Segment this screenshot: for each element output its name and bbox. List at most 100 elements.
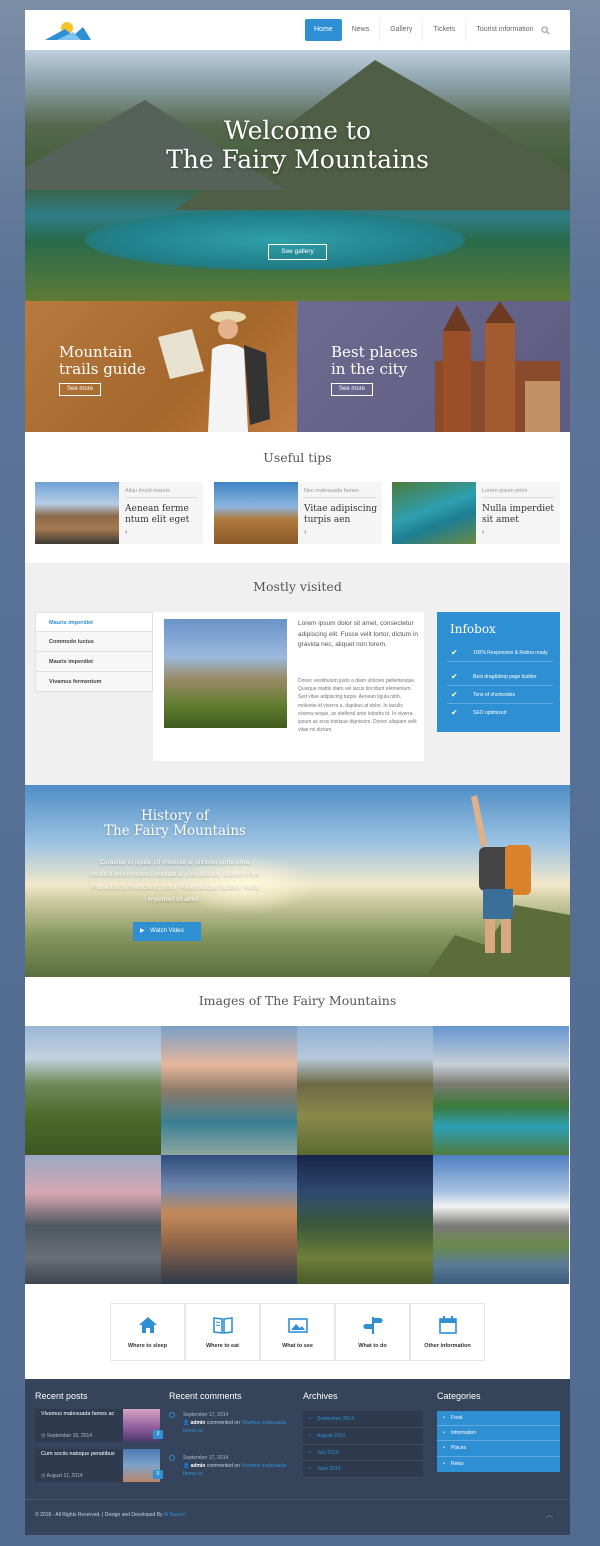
tab-commodo-luctus[interactable]: Commodo luctus bbox=[35, 632, 153, 652]
category-link[interactable]: Information bbox=[437, 1426, 560, 1442]
comment-author: admin bbox=[190, 1463, 206, 1469]
infobox-item: ✔ Tons of shortcodes bbox=[447, 691, 553, 704]
post-title[interactable]: Cum sociis natoque penatibus bbox=[41, 1451, 119, 1458]
recent-comment: September 17, 2014 👤 admin commented on … bbox=[183, 1411, 301, 1435]
infobox-item-label: Best drag&drop page builder bbox=[473, 674, 537, 680]
gallery-image[interactable] bbox=[25, 1026, 161, 1155]
tip-image bbox=[35, 482, 119, 544]
nav-tourist-information[interactable]: Tourist information bbox=[466, 19, 543, 41]
recent-comments-title: Recent comments bbox=[169, 1391, 242, 1401]
gallery-image[interactable] bbox=[161, 1155, 297, 1284]
recent-post[interactable]: Cum sociis natoque penatibus ◷ August 11… bbox=[35, 1449, 163, 1482]
gallery-title: Images of The Fairy Mountains bbox=[198, 993, 397, 1008]
gallery-image[interactable] bbox=[161, 1026, 297, 1155]
archives-list: September 2014 August 2014 July 2014 Jun… bbox=[303, 1411, 423, 1479]
footer: Recent posts Vivamus malesuada fames ac … bbox=[25, 1379, 570, 1535]
post-date-text: September 16, 2014 bbox=[46, 1433, 93, 1439]
infobox: Infobox ✔ 100% Responsive & Retina ready… bbox=[437, 612, 560, 732]
archive-link[interactable]: August 2014 bbox=[303, 1428, 423, 1445]
tip-category: Nec malesuada fames bbox=[304, 488, 376, 498]
useful-tips-title: Useful tips bbox=[263, 450, 332, 465]
promo-city[interactable]: Best places in the city See more bbox=[297, 301, 570, 432]
header: Home News Gallery Tickets Tourist inform… bbox=[25, 10, 570, 50]
lake-shape bbox=[85, 210, 465, 270]
infobox-item-label: SEO optimized bbox=[473, 710, 507, 716]
service-where-to-eat[interactable]: Where to eat bbox=[185, 1303, 260, 1361]
user-icon: 👤 bbox=[183, 1420, 190, 1426]
service-where-to-sleep[interactable]: Where to sleep bbox=[110, 1303, 185, 1361]
user-icon: 👤 bbox=[183, 1463, 190, 1469]
page: Home News Gallery Tickets Tourist inform… bbox=[25, 10, 570, 1535]
see-gallery-button[interactable]: See gallery bbox=[268, 244, 327, 260]
gallery-image[interactable] bbox=[433, 1026, 569, 1155]
hero-title-line1: Welcome to bbox=[223, 116, 372, 145]
promo-trails[interactable]: Mountain trails guide See more bbox=[25, 301, 297, 432]
tip-arrow[interactable]: › bbox=[304, 529, 306, 536]
comment-date: September 17, 2014 bbox=[183, 1412, 229, 1418]
tip-card[interactable]: Nec malesuada fames Vitae adipiscing tur… bbox=[214, 482, 382, 544]
infobox-title: Infobox bbox=[450, 622, 496, 636]
gallery-image[interactable] bbox=[297, 1155, 433, 1284]
check-icon: ✔ bbox=[451, 672, 458, 681]
infobox-item: ✔ 100% Responsive & Retina ready bbox=[447, 648, 553, 662]
image-gallery bbox=[25, 1026, 570, 1284]
gallery-image[interactable] bbox=[25, 1155, 161, 1284]
service-other-information[interactable]: Other information bbox=[410, 1303, 485, 1361]
comment-verb: commented on bbox=[206, 1420, 240, 1426]
comment-text: 👤 admin commented on Vivamus malesuada f… bbox=[183, 1462, 301, 1478]
tip-card[interactable]: Aliqu tincid mauris Aenean ferme ntum el… bbox=[35, 482, 203, 544]
comment-author: admin bbox=[190, 1420, 206, 1426]
search-icon[interactable] bbox=[541, 26, 550, 35]
archive-link[interactable]: July 2014 bbox=[303, 1445, 423, 1462]
tab-content-lead: Lorem ipsum dolor sit amet, consectetur … bbox=[298, 620, 418, 648]
archives-title: Archives bbox=[303, 1391, 338, 1401]
history-title-line2: The Fairy Mountains bbox=[104, 823, 246, 839]
tip-arrow[interactable]: › bbox=[125, 529, 127, 536]
post-title[interactable]: Vivamus malesuada fames ac bbox=[41, 1411, 119, 1418]
tab-list: Mauris imperdiet Commodo luctus Mauris i… bbox=[35, 612, 153, 692]
category-link[interactable]: Food bbox=[437, 1411, 560, 1426]
service-what-to-do[interactable]: What to do bbox=[335, 1303, 410, 1361]
logo[interactable] bbox=[43, 18, 93, 44]
gallery-image[interactable] bbox=[433, 1155, 569, 1284]
climber-illustration bbox=[425, 795, 570, 977]
chevron-up-icon[interactable]: ︿ bbox=[545, 1509, 553, 1520]
recent-post[interactable]: Vivamus malesuada fames ac ◷ September 1… bbox=[35, 1409, 163, 1442]
author-link[interactable]: Al Nasem bbox=[164, 1512, 186, 1518]
nav-news[interactable]: News bbox=[342, 19, 381, 41]
category-link[interactable]: Relax bbox=[437, 1457, 560, 1472]
nav-gallery[interactable]: Gallery bbox=[380, 19, 424, 41]
signpost-icon bbox=[363, 1317, 383, 1334]
service-what-to-see[interactable]: What to see bbox=[260, 1303, 335, 1361]
tip-arrow[interactable]: › bbox=[482, 529, 484, 536]
promo-title-line1: Best places bbox=[331, 343, 418, 361]
see-more-button[interactable]: See more bbox=[59, 383, 101, 396]
tab-vivamus-fermentum[interactable]: Vivamus fermentum bbox=[35, 672, 153, 692]
nav-tickets[interactable]: Tickets bbox=[423, 19, 467, 41]
infobox-item: ✔ SEO optimized bbox=[447, 708, 553, 721]
infobox-item-label: Tons of shortcodes bbox=[473, 692, 515, 698]
history-banner: History of The Fairy Mountains Curabitur… bbox=[25, 785, 570, 977]
promo-title-line2: in the city bbox=[331, 360, 408, 378]
footer-divider bbox=[25, 1499, 570, 1500]
archive-link[interactable]: June 2014 bbox=[303, 1461, 423, 1479]
main-nav: Home News Gallery Tickets Tourist inform… bbox=[305, 19, 544, 41]
tab-mauris-imperdiet-2[interactable]: Mauris imperdiet bbox=[35, 652, 153, 672]
archive-link[interactable]: September 2014 bbox=[303, 1411, 423, 1428]
recent-comment: September 17, 2014 👤 admin commented on … bbox=[183, 1454, 301, 1478]
category-link[interactable]: Places bbox=[437, 1441, 560, 1457]
check-icon: ✔ bbox=[451, 648, 458, 657]
nav-home[interactable]: Home bbox=[305, 19, 342, 41]
see-more-button[interactable]: See more bbox=[331, 383, 373, 396]
check-icon: ✔ bbox=[451, 708, 458, 717]
recent-posts-title: Recent posts bbox=[35, 1391, 88, 1401]
tip-card[interactable]: Lorem ipsum primi Nulla imperdiet sit am… bbox=[392, 482, 560, 544]
service-label: Where to sleep bbox=[127, 1343, 168, 1349]
service-label: What to see bbox=[282, 1343, 313, 1349]
history-title-line1: History of bbox=[140, 808, 210, 824]
service-label: What to do bbox=[358, 1343, 387, 1349]
tab-content-image bbox=[164, 619, 287, 728]
watch-video-button[interactable]: ▶ Watch Video bbox=[133, 922, 201, 941]
gallery-image[interactable] bbox=[297, 1026, 433, 1155]
tab-mauris-imperdiet[interactable]: Mauris imperdiet bbox=[35, 612, 153, 632]
